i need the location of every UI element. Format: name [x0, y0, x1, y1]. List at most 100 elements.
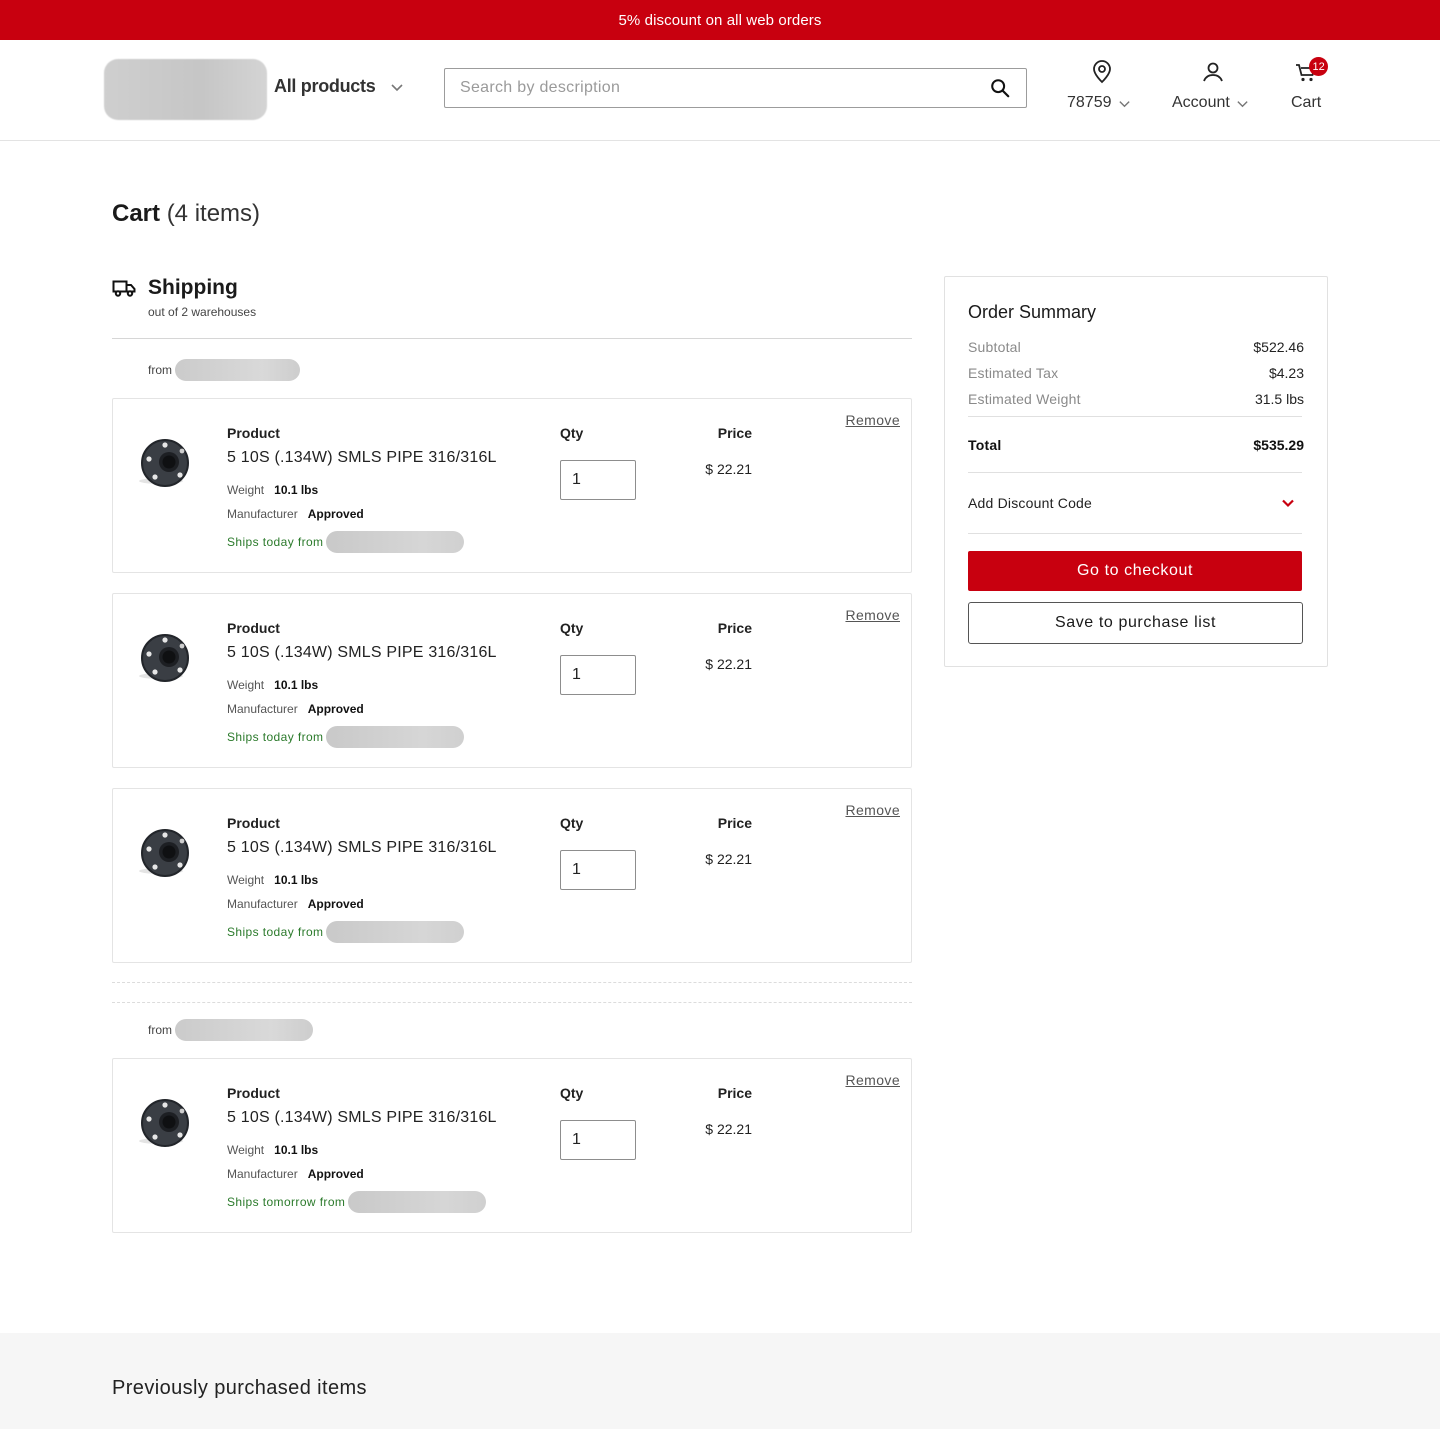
total-row: Total $535.29	[968, 437, 1304, 453]
subtotal-label: Subtotal	[968, 339, 1021, 355]
price-value: $ 22.21	[705, 851, 752, 867]
discount-code-label: Add Discount Code	[968, 495, 1093, 511]
weight-label: Weight	[227, 873, 265, 887]
tax-value: $4.23	[1268, 365, 1304, 381]
product-name[interactable]: 5 10S (.134W) SMLS PIPE 316/316L	[227, 644, 497, 662]
search-input[interactable]	[460, 79, 989, 97]
site-header: All products 78759 Account 12 Cart	[0, 40, 1440, 141]
order-summary: Order Summary Subtotal $522.46 Estimated…	[944, 276, 1328, 667]
cart-count-badge: 12	[1309, 57, 1329, 76]
promo-bar: 5% discount on all web orders	[0, 0, 1440, 40]
quantity-input[interactable]	[560, 655, 636, 695]
user-icon	[1203, 62, 1224, 82]
manufacturer-label: Manufacturer	[227, 702, 298, 716]
cart-link[interactable]: 12 Cart	[1291, 57, 1329, 112]
remove-button[interactable]: Remove	[845, 412, 900, 428]
remove-button[interactable]: Remove	[845, 802, 900, 818]
warehouse-name-redacted	[326, 921, 465, 943]
page-title: Cart (4 items)	[112, 200, 260, 228]
price-label: Price	[717, 1085, 752, 1101]
warehouse-from-row: from	[148, 1019, 313, 1041]
qty-label: Qty	[560, 1085, 584, 1101]
qty-label: Qty	[560, 815, 584, 831]
weight-label: Estimated Weight	[968, 391, 1081, 407]
weight-value: 10.1 lbs	[274, 483, 319, 497]
pipe-flange-icon	[139, 829, 189, 877]
weight-label: Weight	[227, 1143, 265, 1157]
pipe-flange-icon	[139, 634, 189, 682]
manufacturer-value: Approved	[307, 897, 364, 911]
ships-status: Ships tomorrow from	[227, 1191, 487, 1213]
promo-text: 5% discount on all web orders	[618, 11, 822, 29]
quantity-input[interactable]	[560, 850, 636, 890]
checkout-button[interactable]: Go to checkout	[968, 551, 1302, 591]
tax-label: Estimated Tax	[968, 365, 1059, 381]
weight-label: Weight	[227, 678, 265, 692]
shipping-subtitle: out of 2 warehouses	[148, 305, 257, 319]
cart-item-card: Product 5 10S (.134W) SMLS PIPE 316/316L W…	[112, 593, 912, 768]
product-name[interactable]: 5 10S (.134W) SMLS PIPE 316/316L	[227, 839, 497, 857]
truck-icon	[112, 280, 136, 297]
ships-text: Ships today from	[227, 535, 324, 549]
divider	[112, 982, 912, 983]
manufacturer-value: Approved	[307, 1167, 364, 1181]
ships-text: Ships today from	[227, 730, 324, 744]
chevron-down-icon	[1282, 499, 1294, 508]
price-value: $ 22.21	[705, 656, 752, 672]
weight-value: 10.1 lbs	[274, 1143, 319, 1157]
previously-purchased-section: Previously purchased items	[0, 1333, 1440, 1429]
ships-text: Ships today from	[227, 925, 324, 939]
qty-label: Qty	[560, 620, 584, 636]
chevron-down-icon	[1118, 100, 1130, 107]
product-manufacturer: Manufacturer Approved	[227, 702, 364, 716]
manufacturer-label: Manufacturer	[227, 897, 298, 911]
location-label: 78759	[1067, 94, 1112, 111]
divider	[968, 533, 1302, 534]
cart-item-card: Product 5 10S (.134W) SMLS PIPE 316/316L W…	[112, 788, 912, 963]
remove-button[interactable]: Remove	[845, 607, 900, 623]
cart-label: Cart	[1291, 94, 1322, 111]
previously-purchased-title: Previously purchased items	[112, 1377, 367, 1399]
warehouse-name-redacted	[175, 359, 300, 381]
pipe-flange-icon	[139, 1099, 189, 1147]
search-icon[interactable]	[989, 77, 1011, 99]
pipe-flange-icon	[139, 439, 189, 487]
warehouse-name-redacted	[326, 726, 465, 748]
from-label: from	[148, 1023, 172, 1037]
remove-button[interactable]: Remove	[845, 1072, 900, 1088]
location-selector[interactable]: 78759	[1067, 58, 1131, 112]
from-label: from	[148, 363, 172, 377]
subtotal-row: Subtotal $522.46	[968, 339, 1304, 355]
product-name[interactable]: 5 10S (.134W) SMLS PIPE 316/316L	[227, 1109, 497, 1127]
divider	[968, 472, 1302, 473]
manufacturer-value: Approved	[307, 507, 364, 521]
chevron-down-icon	[391, 83, 403, 91]
subtotal-value: $522.46	[1253, 339, 1304, 355]
product-manufacturer: Manufacturer Approved	[227, 897, 364, 911]
product-weight: Weight 10.1 lbs	[227, 873, 318, 887]
product-name[interactable]: 5 10S (.134W) SMLS PIPE 316/316L	[227, 449, 497, 467]
price-value: $ 22.21	[705, 1121, 752, 1137]
weight-label: Weight	[227, 483, 265, 497]
cart-title: Cart	[112, 200, 161, 227]
search-box	[444, 68, 1027, 108]
all-products-menu[interactable]: All products	[274, 76, 405, 97]
price-label: Price	[717, 425, 752, 441]
quantity-input[interactable]	[560, 1120, 636, 1160]
logo[interactable]	[104, 59, 267, 120]
save-to-purchase-list-button[interactable]: Save to purchase list	[968, 602, 1303, 644]
product-manufacturer: Manufacturer Approved	[227, 507, 364, 521]
manufacturer-label: Manufacturer	[227, 507, 298, 521]
account-menu[interactable]: Account	[1172, 58, 1249, 112]
cart-item-count: (4 items)	[166, 200, 261, 227]
discount-code-toggle[interactable]: Add Discount Code	[968, 495, 1302, 511]
product-weight: Weight 10.1 lbs	[227, 678, 318, 692]
warehouse-name-redacted	[348, 1191, 487, 1213]
ships-status: Ships today from	[227, 921, 465, 943]
qty-label: Qty	[560, 425, 584, 441]
total-label: Total	[968, 437, 1002, 453]
price-label: Price	[717, 815, 752, 831]
account-label: Account	[1172, 94, 1230, 111]
quantity-input[interactable]	[560, 460, 636, 500]
weight-value: 10.1 lbs	[274, 873, 319, 887]
